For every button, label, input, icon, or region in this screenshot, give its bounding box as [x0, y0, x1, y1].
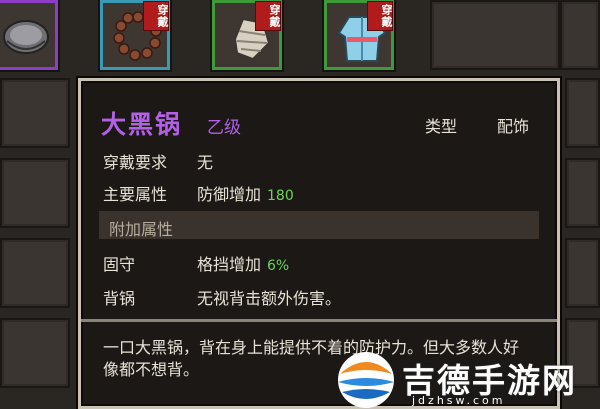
inventory-cell[interactable] — [565, 78, 600, 148]
inventory-cell[interactable] — [430, 0, 560, 70]
extra-attribute-label: 固守 — [103, 255, 136, 274]
worn-badge: 穿戴 — [143, 1, 169, 31]
extra-attribute-row: 背锅 无视背击额外伤害。 — [99, 281, 539, 311]
worn-badge: 穿戴 — [367, 1, 393, 31]
wok-icon — [3, 20, 49, 54]
equipment-slot-robe[interactable]: 穿戴 — [324, 0, 394, 70]
tooltip-divider — [81, 319, 557, 322]
requirement-value: 无 — [197, 153, 214, 172]
item-type-label: 类型 — [424, 117, 457, 136]
inventory-cell[interactable] — [565, 238, 600, 308]
site-watermark: 吉德手游网 jdzhsw.com — [330, 348, 600, 409]
requirement-row: 穿戴要求 无 — [99, 145, 539, 175]
requirement-label: 穿戴要求 — [103, 153, 168, 172]
inventory-cell[interactable] — [560, 0, 600, 70]
item-grade: 乙级 — [207, 118, 241, 138]
extra-attributes-header: 附加属性 — [99, 211, 539, 239]
tooltip-header: 大黑锅 乙级 类型 配饰 — [99, 103, 539, 143]
main-attribute-label: 主要属性 — [103, 185, 168, 204]
equipment-slot-prayer-beads[interactable]: 穿戴 — [100, 0, 170, 70]
inventory-cell[interactable] — [0, 318, 70, 388]
inventory-cell[interactable] — [0, 158, 70, 228]
extra-attribute-row: 固守 格挡增加 6% — [99, 247, 539, 277]
inventory-cell[interactable] — [0, 78, 70, 148]
extra-attribute-label: 背锅 — [103, 289, 136, 308]
main-attribute-value: 防御增加 180 — [197, 181, 294, 205]
inventory-cell[interactable] — [0, 238, 70, 308]
item-type-value: 配饰 — [496, 117, 529, 136]
watermark-url: jdzhsw.com — [412, 394, 506, 407]
main-attribute-row: 主要属性 防御增加 180 — [99, 177, 539, 207]
extra-attribute-value: 无视背击额外伤害。 — [197, 289, 342, 308]
inventory-cell[interactable] — [565, 158, 600, 228]
item-name: 大黑锅 — [101, 110, 183, 139]
equipment-slot-bandaged-hand[interactable]: 穿戴 — [212, 0, 282, 70]
watermark-logo-icon — [338, 352, 394, 408]
extra-attribute-text: 格挡增加 — [197, 255, 262, 274]
extra-attribute-value: 格挡增加 6% — [197, 251, 289, 275]
main-attribute-number: 180 — [267, 188, 294, 204]
worn-badge: 穿戴 — [255, 1, 281, 31]
equipment-slot-wok[interactable] — [0, 0, 58, 70]
extra-attribute-number: 6% — [267, 258, 290, 274]
main-attribute-text: 防御增加 — [197, 185, 262, 204]
extra-attributes-title: 附加属性 — [109, 220, 174, 239]
